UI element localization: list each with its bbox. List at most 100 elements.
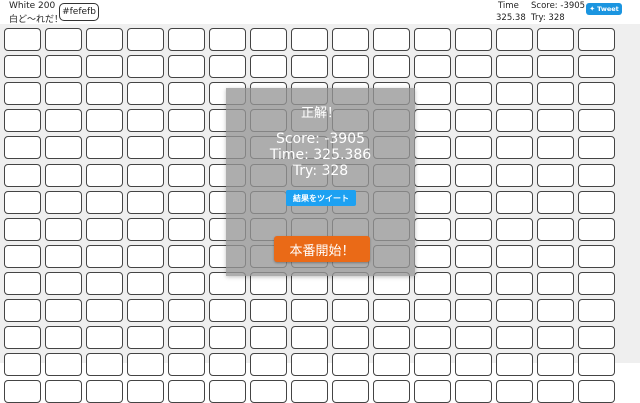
color-tile[interactable] [291,326,328,350]
color-tile[interactable] [414,163,451,187]
color-tile[interactable] [86,217,123,241]
color-tile[interactable] [537,190,574,214]
color-tile[interactable] [332,299,369,322]
color-tile[interactable] [291,28,328,51]
color-tile[interactable] [209,380,246,403]
color-tile[interactable] [496,55,533,79]
color-tile[interactable] [4,244,41,268]
color-tile[interactable] [496,380,533,403]
color-tile[interactable] [250,55,287,79]
color-tile[interactable] [373,299,410,322]
color-tile[interactable] [455,380,492,403]
color-tile[interactable] [127,380,164,403]
color-tile[interactable] [86,299,123,322]
color-tile[interactable] [4,136,41,160]
color-tile[interactable] [578,271,615,295]
color-tile[interactable] [414,271,451,295]
color-tile[interactable] [496,217,533,241]
color-tile[interactable] [537,271,574,295]
color-tile[interactable] [455,163,492,187]
color-tile[interactable] [168,380,205,403]
color-tile[interactable] [86,326,123,350]
color-tile[interactable] [168,299,205,322]
color-tile[interactable] [578,299,615,322]
color-tile[interactable] [45,55,82,79]
color-tile[interactable] [578,190,615,214]
color-tile[interactable] [291,353,328,377]
color-tile[interactable] [127,244,164,268]
color-tile[interactable] [209,353,246,377]
color-tile[interactable] [127,82,164,106]
color-tile[interactable] [537,299,574,322]
tweet-button[interactable]: ✦ Tweet [586,3,622,15]
color-tile[interactable] [45,28,82,51]
color-tile[interactable] [496,353,533,377]
color-tile[interactable] [537,163,574,187]
color-tile[interactable] [496,82,533,106]
color-tile[interactable] [537,217,574,241]
color-tile[interactable] [4,28,41,51]
color-tile[interactable] [127,353,164,377]
color-tile[interactable] [496,271,533,295]
color-tile[interactable] [4,109,41,133]
color-tile[interactable] [45,190,82,214]
color-tile[interactable] [45,136,82,160]
color-tile[interactable] [455,299,492,322]
color-tile[interactable] [168,271,205,295]
color-tile[interactable] [455,271,492,295]
color-tile[interactable] [578,353,615,377]
color-tile[interactable] [86,82,123,106]
color-tile[interactable] [291,55,328,79]
color-tile[interactable] [168,82,205,106]
color-tile[interactable] [86,163,123,187]
color-tile[interactable] [414,190,451,214]
color-tile[interactable] [209,28,246,51]
color-tile[interactable] [537,353,574,377]
color-tile[interactable] [127,55,164,79]
color-tile[interactable] [414,55,451,79]
color-tile[interactable] [455,353,492,377]
color-tile[interactable] [414,28,451,51]
color-tile[interactable] [4,271,41,295]
start-game-button[interactable]: 本番開始！ [274,236,370,262]
color-tile[interactable] [127,28,164,51]
color-tile[interactable] [168,326,205,350]
color-tile[interactable] [496,299,533,322]
color-tile[interactable] [86,353,123,377]
color-tile[interactable] [4,55,41,79]
color-tile[interactable] [455,28,492,51]
color-tile[interactable] [578,217,615,241]
color-tile[interactable] [455,326,492,350]
color-tile[interactable] [209,326,246,350]
color-tile[interactable] [168,217,205,241]
share-result-button[interactable]: 結果をツイート [286,190,356,206]
color-tile[interactable] [496,190,533,214]
color-tile[interactable] [168,55,205,79]
color-tile[interactable] [209,299,246,322]
color-tile[interactable] [537,55,574,79]
color-tile[interactable] [373,55,410,79]
color-tile[interactable] [4,326,41,350]
color-tile[interactable] [373,326,410,350]
color-tile[interactable] [86,55,123,79]
color-tile[interactable] [496,136,533,160]
color-tile[interactable] [455,190,492,214]
color-tile[interactable] [291,380,328,403]
color-tile[interactable] [168,136,205,160]
color-tile[interactable] [578,326,615,350]
color-tile[interactable] [4,299,41,322]
color-tile[interactable] [291,299,328,322]
color-tile[interactable] [250,299,287,322]
color-tile[interactable] [414,217,451,241]
color-tile[interactable] [45,380,82,403]
color-tile[interactable] [168,353,205,377]
color-tile[interactable] [373,353,410,377]
color-tile[interactable] [537,326,574,350]
color-tile[interactable] [168,244,205,268]
color-tile[interactable] [455,55,492,79]
color-tile[interactable] [4,82,41,106]
color-tile[interactable] [537,82,574,106]
color-tile[interactable] [414,326,451,350]
color-tile[interactable] [578,136,615,160]
color-tile[interactable] [86,28,123,51]
